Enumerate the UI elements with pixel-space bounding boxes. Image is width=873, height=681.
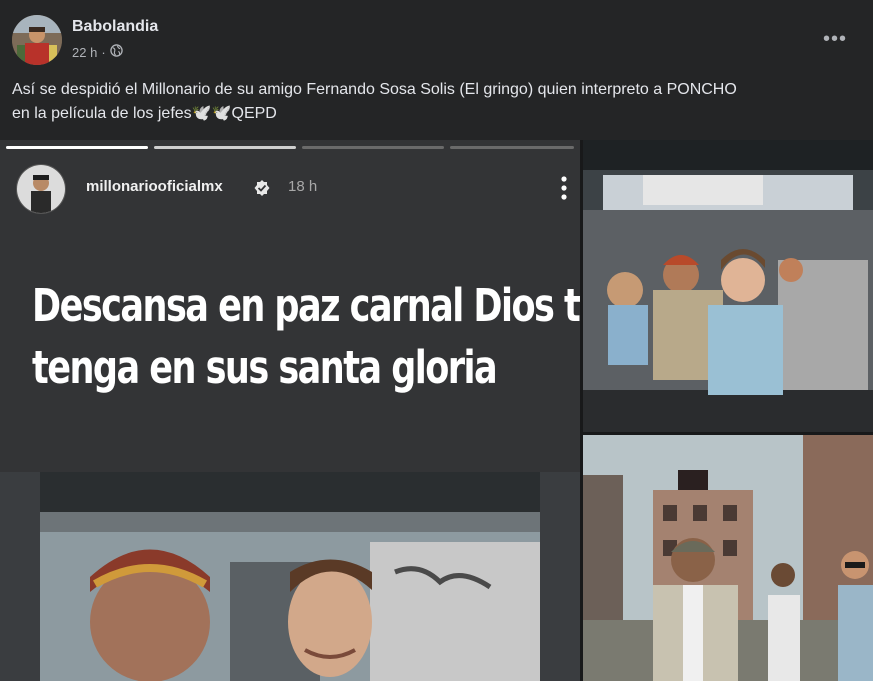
facebook-post: Babolandia 22 h · ••• Así se despidió el… — [0, 0, 873, 681]
meta-separator: · — [101, 44, 106, 60]
story-progress-segment — [450, 146, 574, 149]
media-story-screenshot[interactable]: millonariooficialmx 18 h Descansa en paz… — [0, 140, 580, 681]
caption-line-1: Así se despidió el Millonario de su amig… — [12, 81, 737, 98]
post-caption: Así se despidió el Millonario de su amig… — [12, 78, 862, 126]
vertical-dots-icon — [558, 174, 570, 202]
post-time[interactable]: 22 h — [72, 45, 97, 60]
more-dots-icon[interactable]: ••• — [818, 22, 852, 56]
media-movie-still-car[interactable] — [583, 140, 873, 432]
story-progress-segment — [302, 146, 444, 149]
caption-line-2: en la película de los jefes🕊️🕊️QEPD — [12, 105, 277, 122]
story-text-line-2: tenga en sus santa gloria — [32, 341, 498, 394]
story-time: 18 h — [288, 178, 318, 195]
author-name[interactable]: Babolandia — [72, 18, 158, 36]
verified-badge-icon — [253, 179, 271, 197]
globe-icon — [109, 44, 123, 60]
post-media-grid: millonariooficialmx 18 h Descansa en paz… — [0, 140, 873, 681]
author-avatar[interactable] — [12, 15, 62, 65]
story-text: Descansa en paz carnal Dios te tenga en … — [32, 275, 580, 399]
story-progress-segment — [154, 146, 296, 149]
story-username: millonariooficialmx — [86, 178, 223, 195]
media-movie-still-street[interactable] — [583, 435, 873, 681]
story-progress-segment — [6, 146, 148, 149]
post-meta: 22 h · — [72, 44, 123, 60]
story-avatar — [16, 164, 66, 214]
story-photo — [0, 472, 580, 681]
story-text-line-1: Descansa en paz carnal Dios te — [32, 279, 580, 332]
